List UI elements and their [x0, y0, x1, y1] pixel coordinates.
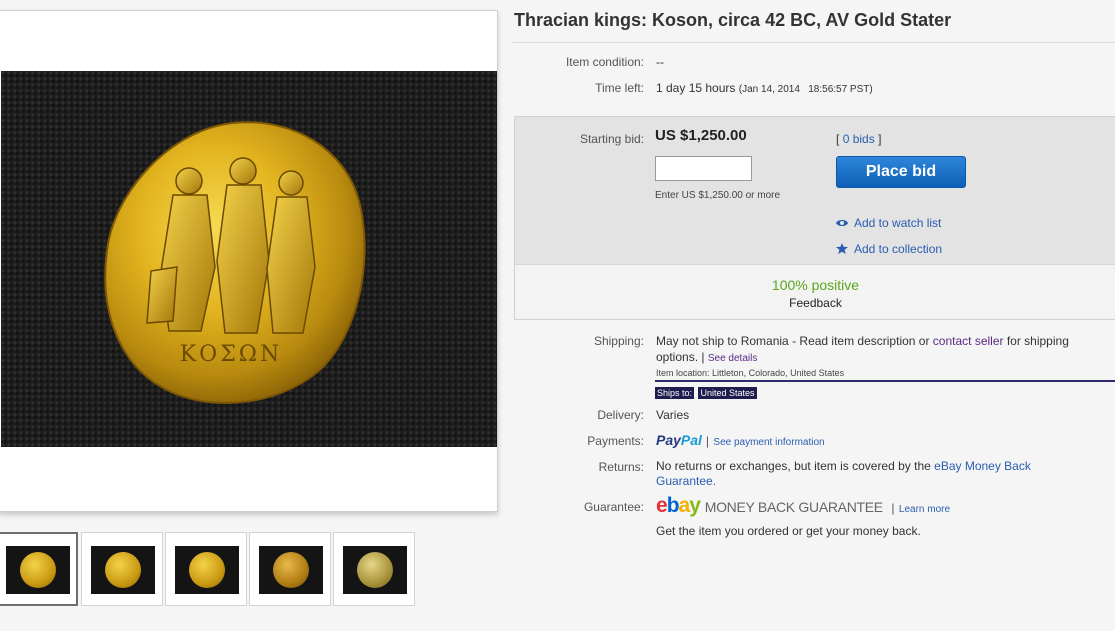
title-divider: [511, 42, 1115, 43]
ebay-logo-y: y: [689, 494, 701, 517]
payments-separator: |: [705, 434, 709, 448]
starting-bid-label: Starting bid:: [579, 132, 644, 146]
guarantee-note: Get the item you ordered or get your mon…: [656, 524, 921, 538]
item-location: Item location: Littleton, Colorado, Unit…: [656, 368, 844, 378]
payments-row: PayPal | See payment information: [656, 432, 825, 450]
item-title: Thracian kings: Koson, circa 42 BC, AV G…: [514, 10, 952, 30]
returns-label: Returns:: [598, 460, 644, 474]
bid-count-bracket-close: ]: [878, 132, 882, 146]
place-bid-button[interactable]: Place bid: [836, 156, 966, 188]
star-icon: [836, 243, 848, 254]
guarantee-separator: |: [891, 501, 895, 515]
bid-amount-input[interactable]: [655, 156, 752, 181]
condition-value: --: [656, 55, 664, 69]
guarantee-label: Guarantee:: [583, 500, 644, 514]
add-to-collection[interactable]: Add to collection: [836, 242, 942, 256]
eye-icon: [836, 220, 848, 226]
see-details-link[interactable]: See details: [708, 353, 757, 364]
bid-hint: Enter US $1,250.00 or more: [655, 190, 781, 201]
ships-to-value: United States: [698, 387, 757, 399]
money-back-guarantee-text: MONEY BACK GUARANTEE: [704, 499, 883, 515]
time-left-label: Time left:: [595, 81, 644, 95]
payments-label: Payments:: [587, 434, 644, 448]
ships-to: Ships to: United States: [655, 383, 757, 401]
item-location-value: Littleton, Colorado, United States: [712, 368, 845, 378]
paypal-logo-pay: Pay: [656, 432, 681, 448]
item-location-label: Item location:: [656, 368, 710, 378]
money-back-link[interactable]: eBay Money Back: [934, 459, 1031, 473]
bid-count: [ 0 bids ]: [836, 132, 881, 146]
thumbnail-1[interactable]: [0, 532, 78, 606]
starting-bid-value: US $1,250.00: [655, 127, 747, 144]
shipping-separator: |: [701, 350, 705, 364]
ebay-logo: ebay: [656, 494, 705, 517]
feedback-label[interactable]: Feedback: [514, 296, 1115, 310]
shipping-options-text: options.: [656, 350, 699, 364]
time-left-value: 1 day 15 hours (Jan 14, 2014 18:56:57 PS…: [656, 81, 873, 95]
paypal-logo: PayPal: [656, 432, 706, 448]
thumbnail-5[interactable]: [333, 532, 415, 606]
shipping-text-before: May not ship to Romania - Read item desc…: [656, 334, 933, 348]
thumbnail-2[interactable]: [81, 532, 163, 606]
returns-line-2: Guarantee.: [656, 474, 716, 488]
coin-legend: ΚΟΣΩΝ: [180, 342, 283, 367]
returns-line-1: No returns or exchanges, but item is cov…: [656, 459, 1031, 473]
coin-image: ΚΟΣΩΝ: [104, 121, 366, 404]
thumbnail-coin: [273, 552, 309, 588]
ships-to-rule: [655, 380, 1115, 382]
thumbnail-3[interactable]: [165, 532, 247, 606]
collection-label[interactable]: Add to collection: [854, 242, 942, 256]
bid-count-bracket-open: [: [836, 132, 840, 146]
thumbnail-coin: [189, 552, 225, 588]
paypal-logo-pal: Pal: [680, 432, 702, 448]
time-left-end: (Jan 14, 2014 18:56:57 PST): [738, 84, 873, 95]
bid-count-link[interactable]: 0 bids: [843, 132, 875, 146]
thumbnail-coin: [105, 552, 141, 588]
returns-text: No returns or exchanges, but item is cov…: [656, 459, 935, 473]
payment-info-link[interactable]: See payment information: [713, 437, 824, 448]
shipping-text-after: for shipping: [1003, 334, 1069, 348]
learn-more-link[interactable]: Learn more: [899, 504, 950, 515]
condition-label: Item condition:: [565, 55, 644, 69]
contact-seller-link[interactable]: contact seller: [933, 334, 1004, 348]
feedback-percent: 100% positive: [771, 277, 860, 293]
watch-list-label[interactable]: Add to watch list: [854, 216, 941, 230]
main-item-photo[interactable]: ΚΟΣΩΝ: [1, 71, 497, 447]
thumbnail-coin: [20, 552, 56, 588]
money-back-link-cont[interactable]: Guarantee.: [656, 474, 716, 488]
time-left-duration: 1 day 15 hours: [656, 81, 736, 95]
shipping-label: Shipping:: [593, 334, 644, 348]
shipping-line-1: May not ship to Romania - Read item desc…: [656, 334, 1069, 348]
delivery-value: Varies: [656, 408, 690, 422]
thumbnail-4[interactable]: [249, 532, 331, 606]
ships-to-label: Ships to:: [655, 387, 695, 399]
ebay-logo-a: a: [678, 494, 691, 517]
delivery-label: Delivery:: [597, 408, 644, 422]
guarantee-row: ebay MONEY BACK GUARANTEE | Learn more: [656, 494, 950, 518]
shipping-line-2: options. | See details: [656, 350, 757, 364]
add-to-watch-list[interactable]: Add to watch list: [836, 216, 941, 230]
ebay-logo-e: e: [656, 494, 668, 517]
image-viewer: ΚΟΣΩΝ: [0, 10, 498, 512]
thumbnail-coin: [357, 552, 393, 588]
ebay-logo-b: b: [666, 494, 680, 517]
